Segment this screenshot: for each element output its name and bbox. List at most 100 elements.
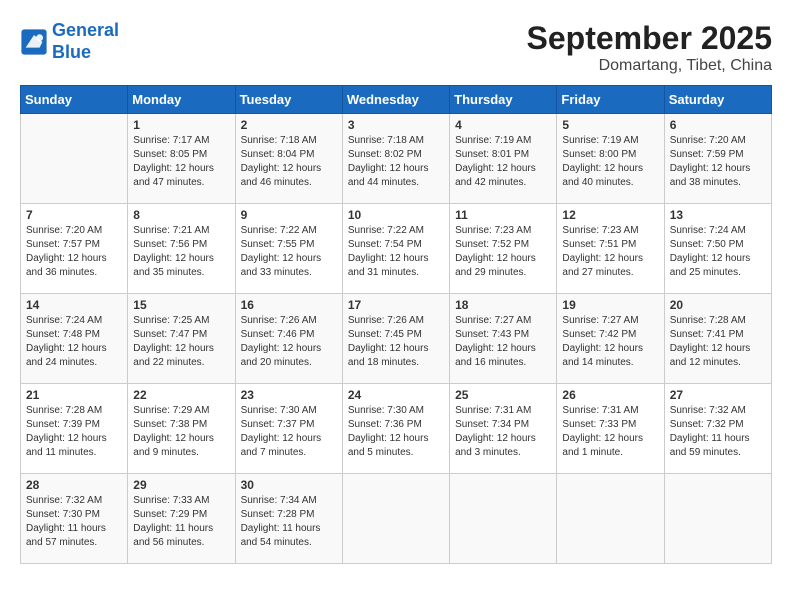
month-title: September 2025 Domartang, Tibet, China: [527, 20, 772, 75]
calendar-cell: 10 Sunrise: 7:22 AM Sunset: 7:54 PM Dayli…: [342, 204, 449, 294]
calendar-cell: 2 Sunrise: 7:18 AM Sunset: 8:04 PM Daylig…: [235, 114, 342, 204]
day-number: 4: [455, 118, 551, 132]
day-info: Sunrise: 7:32 AM Sunset: 7:30 PM Dayligh…: [26, 494, 122, 550]
day-number: 8: [133, 208, 229, 222]
calendar-cell: [664, 474, 771, 564]
day-info: Sunrise: 7:19 AM Sunset: 8:01 PM Dayligh…: [455, 134, 551, 190]
day-info: Sunrise: 7:30 AM Sunset: 7:37 PM Dayligh…: [241, 404, 337, 460]
calendar-cell: 30 Sunrise: 7:34 AM Sunset: 7:28 PM Dayli…: [235, 474, 342, 564]
calendar-cell: [450, 474, 557, 564]
day-info: Sunrise: 7:24 AM Sunset: 7:50 PM Dayligh…: [670, 224, 766, 280]
day-number: 10: [348, 208, 444, 222]
calendar-cell: 19 Sunrise: 7:27 AM Sunset: 7:42 PM Dayli…: [557, 294, 664, 384]
day-info: Sunrise: 7:34 AM Sunset: 7:28 PM Dayligh…: [241, 494, 337, 550]
calendar-cell: 20Sunrise: 7:28 AM Sunset: 7:41 PM Dayli…: [664, 294, 771, 384]
day-info: Sunrise: 7:31 AM Sunset: 7:34 PM Dayligh…: [455, 404, 551, 460]
day-info: Sunrise: 7:20 AM Sunset: 7:59 PM Dayligh…: [670, 134, 766, 190]
day-info: Sunrise: 7:31 AM Sunset: 7:33 PM Dayligh…: [562, 404, 658, 460]
col-header-thursday: Thursday: [450, 86, 557, 114]
calendar-cell: 3 Sunrise: 7:18 AM Sunset: 8:02 PM Daylig…: [342, 114, 449, 204]
calendar-cell: 5Sunrise: 7:19 AM Sunset: 8:00 PM Daylig…: [557, 114, 664, 204]
day-info: Sunrise: 7:24 AM Sunset: 7:48 PM Dayligh…: [26, 314, 122, 370]
day-number: 30: [241, 478, 337, 492]
day-number: 21: [26, 388, 122, 402]
calendar-cell: [21, 114, 128, 204]
logo-text: General Blue: [52, 20, 119, 63]
calendar-cell: 6 Sunrise: 7:20 AM Sunset: 7:59 PM Daylig…: [664, 114, 771, 204]
calendar-table: SundayMondayTuesdayWednesdayThursdayFrid…: [20, 85, 772, 564]
day-number: 11: [455, 208, 551, 222]
day-info: Sunrise: 7:17 AM Sunset: 8:05 PM Dayligh…: [133, 134, 229, 190]
day-info: Sunrise: 7:25 AM Sunset: 7:47 PM Dayligh…: [133, 314, 229, 370]
day-number: 3: [348, 118, 444, 132]
calendar-cell: 26 Sunrise: 7:31 AM Sunset: 7:33 PM Dayli…: [557, 384, 664, 474]
col-header-tuesday: Tuesday: [235, 86, 342, 114]
day-info: Sunrise: 7:32 AM Sunset: 7:32 PM Dayligh…: [670, 404, 766, 460]
day-info: Sunrise: 7:23 AM Sunset: 7:51 PM Dayligh…: [562, 224, 658, 280]
calendar-cell: 15Sunrise: 7:25 AM Sunset: 7:47 PM Dayli…: [128, 294, 235, 384]
day-info: Sunrise: 7:33 AM Sunset: 7:29 PM Dayligh…: [133, 494, 229, 550]
day-number: 7: [26, 208, 122, 222]
day-number: 19: [562, 298, 658, 312]
day-info: Sunrise: 7:20 AM Sunset: 7:57 PM Dayligh…: [26, 224, 122, 280]
day-info: Sunrise: 7:26 AM Sunset: 7:46 PM Dayligh…: [241, 314, 337, 370]
day-info: Sunrise: 7:18 AM Sunset: 8:04 PM Dayligh…: [241, 134, 337, 190]
day-info: Sunrise: 7:28 AM Sunset: 7:39 PM Dayligh…: [26, 404, 122, 460]
calendar-header-row: SundayMondayTuesdayWednesdayThursdayFrid…: [21, 86, 772, 114]
calendar-cell: 24 Sunrise: 7:30 AM Sunset: 7:36 PM Dayli…: [342, 384, 449, 474]
day-number: 12: [562, 208, 658, 222]
col-header-sunday: Sunday: [21, 86, 128, 114]
calendar-cell: 16Sunrise: 7:26 AM Sunset: 7:46 PM Dayli…: [235, 294, 342, 384]
calendar-week-4: 21 Sunrise: 7:28 AM Sunset: 7:39 PM Dayli…: [21, 384, 772, 474]
calendar-week-1: 1Sunrise: 7:17 AM Sunset: 8:05 PM Daylig…: [21, 114, 772, 204]
calendar-cell: 12 Sunrise: 7:23 AM Sunset: 7:51 PM Dayli…: [557, 204, 664, 294]
calendar-cell: 9 Sunrise: 7:22 AM Sunset: 7:55 PM Daylig…: [235, 204, 342, 294]
day-number: 18: [455, 298, 551, 312]
day-info: Sunrise: 7:18 AM Sunset: 8:02 PM Dayligh…: [348, 134, 444, 190]
month-heading: September 2025: [527, 20, 772, 57]
calendar-cell: 7 Sunrise: 7:20 AM Sunset: 7:57 PM Daylig…: [21, 204, 128, 294]
logo-icon: [20, 28, 48, 56]
day-number: 22: [133, 388, 229, 402]
day-number: 9: [241, 208, 337, 222]
day-number: 20: [670, 298, 766, 312]
calendar-cell: 28 Sunrise: 7:32 AM Sunset: 7:30 PM Dayli…: [21, 474, 128, 564]
calendar-cell: 11Sunrise: 7:23 AM Sunset: 7:52 PM Dayli…: [450, 204, 557, 294]
day-number: 26: [562, 388, 658, 402]
day-number: 25: [455, 388, 551, 402]
calendar-cell: 14 Sunrise: 7:24 AM Sunset: 7:48 PM Dayli…: [21, 294, 128, 384]
day-number: 14: [26, 298, 122, 312]
day-number: 29: [133, 478, 229, 492]
logo-line2: Blue: [52, 42, 91, 62]
calendar-cell: 23Sunrise: 7:30 AM Sunset: 7:37 PM Dayli…: [235, 384, 342, 474]
day-info: Sunrise: 7:29 AM Sunset: 7:38 PM Dayligh…: [133, 404, 229, 460]
calendar-cell: 18 Sunrise: 7:27 AM Sunset: 7:43 PM Dayli…: [450, 294, 557, 384]
day-info: Sunrise: 7:19 AM Sunset: 8:00 PM Dayligh…: [562, 134, 658, 190]
day-info: Sunrise: 7:30 AM Sunset: 7:36 PM Dayligh…: [348, 404, 444, 460]
day-number: 2: [241, 118, 337, 132]
calendar-cell: [557, 474, 664, 564]
calendar-cell: 4 Sunrise: 7:19 AM Sunset: 8:01 PM Daylig…: [450, 114, 557, 204]
calendar-cell: 8 Sunrise: 7:21 AM Sunset: 7:56 PM Daylig…: [128, 204, 235, 294]
day-info: Sunrise: 7:27 AM Sunset: 7:42 PM Dayligh…: [562, 314, 658, 370]
calendar-cell: 13 Sunrise: 7:24 AM Sunset: 7:50 PM Dayli…: [664, 204, 771, 294]
day-info: Sunrise: 7:22 AM Sunset: 7:54 PM Dayligh…: [348, 224, 444, 280]
day-number: 28: [26, 478, 122, 492]
col-header-friday: Friday: [557, 86, 664, 114]
day-info: Sunrise: 7:21 AM Sunset: 7:56 PM Dayligh…: [133, 224, 229, 280]
day-number: 13: [670, 208, 766, 222]
col-header-monday: Monday: [128, 86, 235, 114]
calendar-cell: 25 Sunrise: 7:31 AM Sunset: 7:34 PM Dayli…: [450, 384, 557, 474]
calendar-cell: 29 Sunrise: 7:33 AM Sunset: 7:29 PM Dayli…: [128, 474, 235, 564]
day-number: 24: [348, 388, 444, 402]
calendar-cell: [342, 474, 449, 564]
day-number: 6: [670, 118, 766, 132]
page-header: General Blue September 2025 Domartang, T…: [20, 20, 772, 75]
calendar-cell: 17Sunrise: 7:26 AM Sunset: 7:45 PM Dayli…: [342, 294, 449, 384]
day-info: Sunrise: 7:27 AM Sunset: 7:43 PM Dayligh…: [455, 314, 551, 370]
day-info: Sunrise: 7:22 AM Sunset: 7:55 PM Dayligh…: [241, 224, 337, 280]
logo-line1: General: [52, 20, 119, 40]
calendar-cell: 27 Sunrise: 7:32 AM Sunset: 7:32 PM Dayli…: [664, 384, 771, 474]
calendar-cell: 22 Sunrise: 7:29 AM Sunset: 7:38 PM Dayli…: [128, 384, 235, 474]
day-number: 27: [670, 388, 766, 402]
